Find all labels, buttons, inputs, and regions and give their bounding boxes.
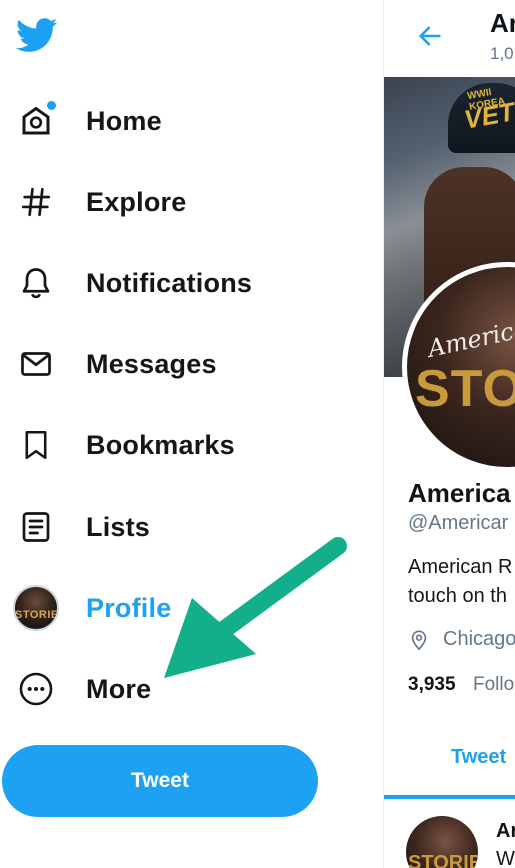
nav-label-home: Home — [86, 105, 162, 136]
followers-label[interactable]: Follo — [473, 674, 514, 696]
nav-notifications[interactable]: Notifications — [10, 253, 252, 313]
nav-label-bookmarks: Bookmarks — [86, 429, 235, 460]
tab-tweets[interactable]: Tweet — [451, 746, 506, 769]
header-profile-name: Ar — [490, 8, 515, 38]
avatar-stories-text: STOR — [415, 360, 515, 418]
envelope-icon — [10, 338, 62, 390]
profile-handle: @Americar — [408, 512, 509, 534]
profile-name: America — [408, 478, 511, 508]
list-icon — [10, 501, 62, 553]
profile-bio-line: touch on th — [408, 585, 507, 607]
twitter-bird-icon[interactable] — [14, 14, 60, 56]
nav-profile[interactable]: STORIES Profile — [10, 578, 171, 638]
profile-location: Chicago — [443, 628, 515, 650]
feed-tweet-text: W — [496, 848, 515, 868]
tweet-button[interactable]: Tweet — [2, 745, 318, 817]
nav-lists[interactable]: Lists — [10, 497, 150, 557]
nav-explore[interactable]: Explore — [10, 172, 186, 232]
nav-home[interactable]: Home — [10, 91, 162, 151]
hashtag-icon — [10, 176, 62, 228]
nav-messages[interactable]: Messages — [10, 334, 217, 394]
back-arrow-icon[interactable] — [416, 22, 444, 50]
nav-label-messages: Messages — [86, 348, 217, 379]
header-tweet-count: 1,0 — [490, 44, 514, 63]
nav-more[interactable]: More — [10, 659, 151, 719]
avatar-stories-text: STORIES — [15, 609, 59, 621]
location-pin-icon — [411, 630, 427, 651]
nav-label-explore: Explore — [86, 186, 187, 217]
more-icon — [10, 663, 62, 715]
sidebar-nav: Home Explore Notifications Messages Book… — [0, 0, 383, 868]
profile-column: Ar 1,0 WWII KOREA VETE American STOR Ame… — [384, 0, 515, 868]
annotation-arrow — [164, 537, 347, 678]
feed-avatar[interactable]: STORIES — [406, 816, 478, 868]
followers-count[interactable]: 3,935 — [408, 674, 456, 696]
bell-icon — [10, 257, 62, 309]
tabs-divider — [384, 799, 515, 800]
notification-dot — [47, 101, 56, 110]
feed-avatar-text: STORIES — [408, 852, 478, 868]
nav-bookmarks[interactable]: Bookmarks — [10, 415, 235, 475]
profile-avatar-icon: STORIES — [10, 582, 62, 634]
feed-author-name[interactable]: Ar — [496, 820, 515, 843]
nav-label-notifications: Notifications — [86, 267, 253, 298]
avatar: STORIES — [13, 585, 59, 631]
home-icon — [10, 95, 62, 147]
nav-label-lists: Lists — [86, 511, 151, 542]
nav-label-more: More — [86, 673, 152, 704]
bookmark-icon — [10, 419, 62, 471]
profile-bio-line: American R — [408, 556, 513, 578]
avatar-script-text: American — [425, 311, 515, 363]
